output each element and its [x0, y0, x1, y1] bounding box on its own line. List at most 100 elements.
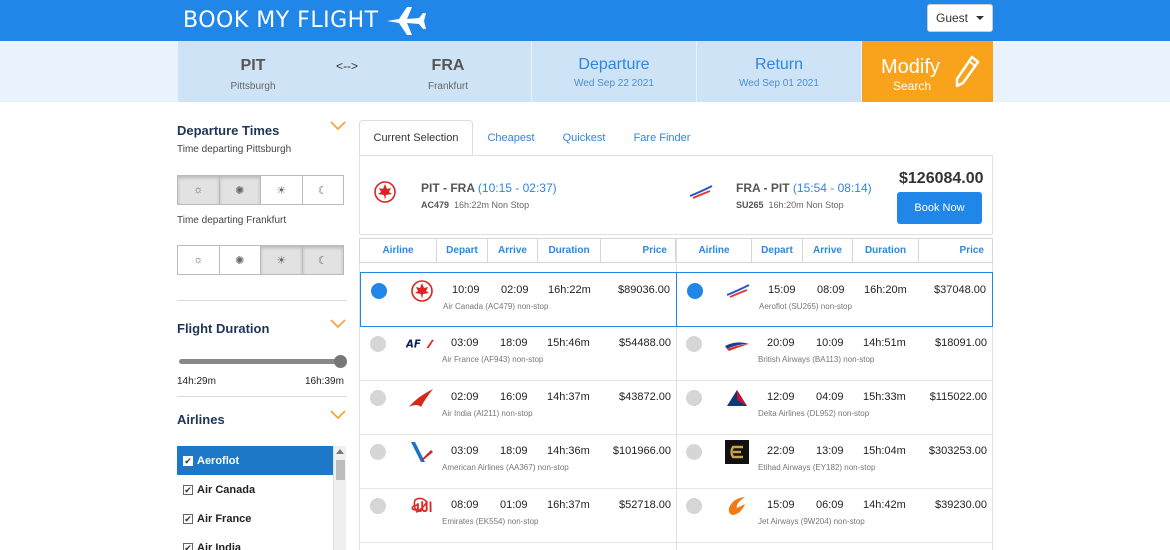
flight-row[interactable]: 15:09 08:09 16h:20m $37048.00 Aeroflot (SU26… [676, 272, 993, 327]
select-radio[interactable] [686, 390, 702, 406]
duration-slider-track[interactable] [179, 359, 343, 364]
departure-date-box[interactable]: Departure Wed Sep 22 2021 [532, 41, 696, 102]
airline-option[interactable]: ✔ Aeroflot [177, 446, 333, 475]
depart-time: 03:09 [451, 445, 479, 457]
select-radio[interactable] [370, 336, 386, 352]
arrive-time: 08:09 [817, 284, 845, 296]
flight-info: Air France (AF943) non-stop [442, 355, 544, 364]
select-radio[interactable] [371, 283, 387, 299]
col-arrive[interactable]: Arrive [488, 239, 538, 262]
airline-list-scrollbar[interactable] [333, 446, 346, 550]
flight-duration-title: Flight Duration [177, 321, 270, 336]
col-price[interactable]: Price [601, 239, 675, 262]
flight-row[interactable]: 12:09 04:09 15h:33m $115022.00 Delta Airline… [676, 380, 993, 435]
book-now-button[interactable]: Book Now [897, 192, 982, 224]
airline-option[interactable]: ✔ Air India [177, 533, 345, 550]
chevron-down-icon[interactable] [330, 410, 346, 420]
tab-quickest[interactable]: Quickest [551, 120, 617, 156]
outbound-summary-meta: AC479 16h:22m Non Stop [421, 200, 529, 210]
depart-time: 22:09 [767, 445, 795, 457]
guest-menu-label: Guest [935, 11, 968, 25]
arrive-time: 18:09 [500, 445, 528, 457]
sunset-icon[interactable]: ☀ [261, 176, 303, 204]
flight-row[interactable]: 20:09 10:09 14h:51m $18091.00 British Airway… [676, 326, 993, 381]
scrollbar-thumb[interactable] [336, 460, 345, 480]
moon-icon[interactable]: ☾ [302, 246, 343, 274]
flight-row[interactable]: ﷲ 08:09 01:09 16h:37m $52718.00 Emirates (EK5… [360, 488, 677, 543]
col-price[interactable]: Price [919, 239, 992, 262]
flight-price: $101966.00 [612, 445, 671, 457]
depart-time: 12:09 [767, 391, 795, 403]
tab-current-selection[interactable]: Current Selection [359, 120, 473, 156]
sunset-icon[interactable]: ☀ [261, 246, 303, 274]
air-france-logo: AF [406, 332, 436, 356]
scroll-up-icon[interactable] [336, 449, 344, 454]
col-arrive[interactable]: Arrive [803, 239, 853, 262]
tab-fare-finder[interactable]: Fare Finder [623, 120, 701, 156]
col-depart[interactable]: Depart [752, 239, 803, 262]
flight-price: $18091.00 [935, 337, 987, 349]
sun-icon[interactable]: ✺ [219, 176, 261, 204]
jet-airways-logo [722, 494, 752, 518]
return-date-box[interactable]: Return Wed Sep 01 2021 [697, 41, 861, 102]
caret-down-icon [976, 16, 984, 20]
modify-search-button[interactable]: Modify Search [862, 41, 993, 102]
flight-row[interactable]: 02:09 16:09 14h:37m $43872.00 Air India (AI2… [360, 380, 677, 435]
outbound-summary-route: PIT - FRA (10:15 - 02:37) [421, 181, 557, 195]
flight-row[interactable]: 22:09 13:09 15h:04m $303253.00 Etihad Airway… [676, 434, 993, 489]
flight-row[interactable]: AF 03:09 18:09 15h:46m $54488.00 Air France (… [360, 326, 677, 381]
route-box[interactable]: PIT Pittsburgh <--> FRA Frankfurt [178, 41, 531, 102]
sun-icon[interactable]: ✺ [220, 246, 261, 274]
airline-option[interactable]: ✔ Air France [177, 504, 345, 533]
guest-menu-button[interactable]: Guest [927, 4, 993, 32]
chevron-down-icon[interactable] [330, 121, 346, 131]
origin-code: PIT [240, 57, 266, 74]
depart-time: 03:09 [451, 337, 479, 349]
flight-row[interactable]: 10:09 02:09 16h:22m $89036.00 Air Canada (AC… [360, 272, 677, 327]
select-radio[interactable] [686, 336, 702, 352]
select-radio[interactable] [370, 498, 386, 514]
airline-filter-list: ✔ Aeroflot ✔ Air Canada ✔ Air France ✔ A… [177, 446, 345, 550]
return-label: Return [754, 56, 804, 73]
checkbox-checked[interactable]: ✔ [183, 513, 193, 524]
depart-time: 02:09 [451, 391, 479, 403]
flight-duration: 14h:51m [863, 337, 906, 349]
chevron-down-icon[interactable] [330, 319, 346, 329]
flight-price: $37048.00 [934, 284, 986, 296]
col-duration[interactable]: Duration [538, 239, 601, 262]
sunrise-icon[interactable]: ☼ [178, 246, 220, 274]
checkbox-checked[interactable]: ✔ [183, 455, 193, 466]
col-depart[interactable]: Depart [437, 239, 488, 262]
airline-option[interactable]: ✔ Air Canada [177, 475, 345, 504]
flight-price: $89036.00 [618, 284, 670, 296]
select-radio[interactable] [686, 498, 702, 514]
return-summary-meta: SU265 16h:20m Non Stop [736, 200, 844, 210]
duration-slider-handle[interactable] [334, 355, 347, 368]
moon-icon[interactable]: ☾ [303, 176, 344, 204]
col-airline[interactable]: Airline [677, 239, 752, 262]
select-radio[interactable] [686, 444, 702, 460]
flight-duration: 16h:22m [548, 284, 591, 296]
flight-row[interactable]: 03:09 18:09 14h:36m $101966.00 American Airl… [360, 434, 677, 489]
logo[interactable]: BOOK MY FLIGHT [183, 2, 427, 39]
select-radio[interactable] [687, 283, 703, 299]
route-separator: <--> [336, 59, 359, 73]
select-radio[interactable] [370, 390, 386, 406]
modify-label: Modify [881, 56, 940, 78]
departure-times-title: Departure Times [177, 123, 280, 138]
flight-duration: 16h:20m [864, 284, 907, 296]
duration-min: 14h:29m [177, 376, 216, 387]
checkbox-checked[interactable]: ✔ [183, 542, 193, 550]
select-radio[interactable] [370, 444, 386, 460]
col-duration[interactable]: Duration [853, 239, 919, 262]
airplane-icon [386, 6, 426, 35]
tab-cheapest[interactable]: Cheapest [475, 120, 547, 156]
arrive-time: 10:09 [816, 337, 844, 349]
flight-price: $43872.00 [619, 391, 671, 403]
sunrise-icon[interactable]: ☼ [178, 176, 220, 204]
checkbox-checked[interactable]: ✔ [183, 484, 193, 495]
col-airline[interactable]: Airline [360, 239, 437, 262]
flight-info: Jet Airways (9W204) non-stop [758, 517, 865, 526]
flight-row[interactable]: 15:09 06:09 14h:42m $39230.00 Jet Airways (9… [676, 488, 993, 543]
results-tabs: Current Selection Cheapest Quickest Fare… [359, 120, 993, 156]
